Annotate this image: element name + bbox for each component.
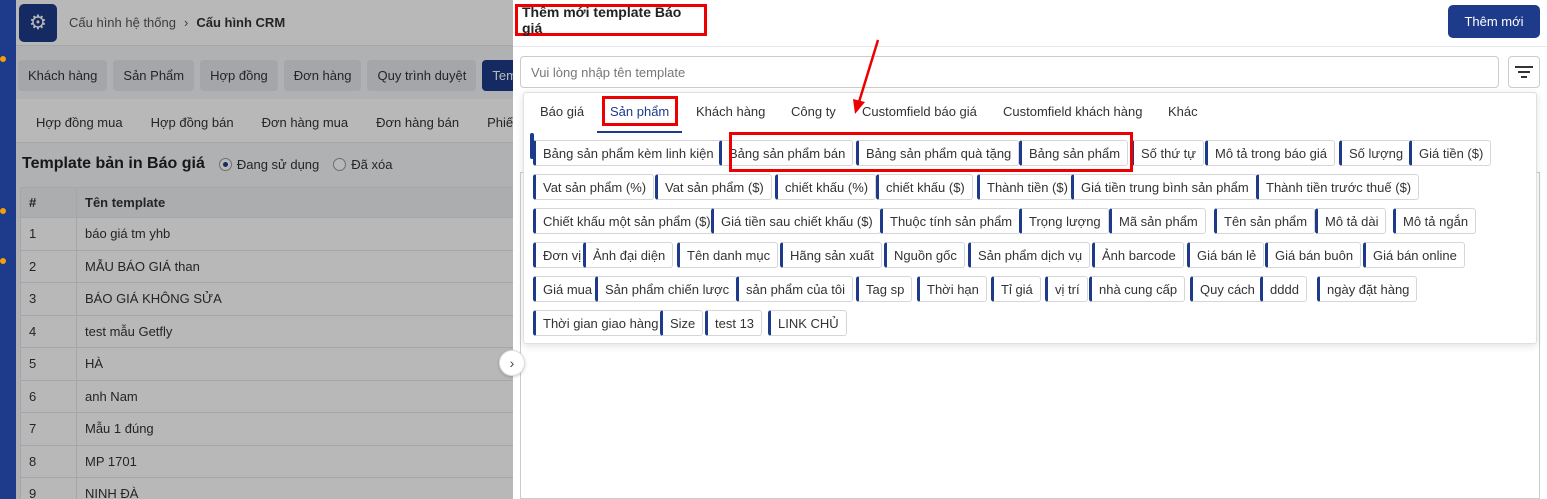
field-chip[interactable]: Ảnh đại diện — [583, 242, 674, 268]
field-chip[interactable]: Tag sp — [856, 276, 913, 302]
modal-backdrop[interactable] — [16, 0, 513, 499]
highlight-box — [729, 132, 1133, 172]
app-rail — [0, 0, 16, 499]
panel-tab[interactable]: Customfield báo giá — [862, 104, 977, 119]
notification-dot — [0, 258, 6, 264]
notification-dot — [0, 208, 6, 214]
field-chip[interactable]: Nguồn gốc — [884, 242, 965, 268]
field-chip[interactable]: Mô tả ngắn — [1393, 208, 1477, 234]
field-chip[interactable]: Đơn vị — [533, 242, 590, 268]
filter-icon — [1515, 66, 1533, 78]
field-chip[interactable]: Vat sản phẩm ($) — [655, 174, 772, 200]
field-chip[interactable]: test 13 — [705, 310, 763, 336]
field-chip[interactable]: dddd — [1260, 276, 1307, 302]
template-name-field[interactable] — [520, 56, 1499, 88]
field-chip[interactable]: Thời gian giao hàng — [533, 310, 667, 336]
field-chip[interactable]: Số lượng — [1339, 140, 1412, 166]
field-chip[interactable]: Thời hạn — [917, 276, 987, 302]
panel-tab[interactable]: Khác — [1168, 104, 1198, 119]
field-chip[interactable]: Tỉ giá — [991, 276, 1041, 302]
filter-button[interactable] — [1508, 56, 1540, 88]
chevron-right-icon: › — [509, 355, 515, 371]
field-chip[interactable]: Mô tả trong báo giá — [1205, 140, 1336, 166]
panel-tab[interactable]: Customfield khách hàng — [1003, 104, 1142, 119]
field-chip[interactable]: Trọng lượng — [1019, 208, 1109, 234]
field-chip[interactable]: Vat sản phẩm (%) — [533, 174, 655, 200]
field-chip[interactable]: Mã sản phẩm — [1109, 208, 1206, 234]
field-chip[interactable]: Giá bán lẻ — [1187, 242, 1265, 268]
field-chip[interactable]: chiết khấu (%) — [775, 174, 877, 200]
field-chip[interactable]: Giá bán buôn — [1265, 242, 1362, 268]
field-chip[interactable]: LINK CHỦ — [768, 310, 847, 336]
field-chip[interactable]: Sản phẩm dịch vụ — [968, 242, 1091, 268]
field-chip[interactable]: Thành tiền ($) — [977, 174, 1076, 200]
field-chip[interactable]: Giá tiền ($) — [1409, 140, 1492, 166]
field-chip[interactable]: nhà cung cấp — [1089, 276, 1186, 302]
field-chip[interactable]: sản phẩm của tôi — [736, 276, 854, 302]
field-chip[interactable]: Số thứ tự — [1131, 140, 1204, 166]
template-name-input[interactable] — [531, 64, 1498, 80]
field-chip[interactable]: Thuộc tính sản phẩm — [880, 208, 1021, 234]
field-chip[interactable]: chiết khấu ($) — [876, 174, 973, 200]
panel-tab[interactable]: Báo giá — [540, 104, 584, 119]
notification-dot — [0, 56, 6, 62]
add-button[interactable]: Thêm mới — [1448, 5, 1540, 38]
field-chip[interactable]: Giá bán online — [1363, 242, 1465, 268]
field-chip[interactable]: Thành tiền trước thuế ($) — [1256, 174, 1420, 200]
field-picker-panel: Báo giá Sản phẩm Khách hàng Công ty Customfi… — [523, 92, 1537, 344]
field-chip[interactable]: Giá mua — [533, 276, 601, 302]
drawer-title: Thêm mới template Báo giá — [515, 4, 707, 36]
field-chip[interactable]: Mô tả dài — [1315, 208, 1387, 234]
field-chip[interactable]: ngày đặt hàng — [1317, 276, 1418, 302]
field-chip[interactable]: Size — [660, 310, 704, 336]
field-chip[interactable]: Tên danh mục — [677, 242, 779, 268]
background-page: ⚙ Cấu hình hệ thống › Cấu hình CRM Khách… — [16, 0, 513, 499]
field-chip[interactable]: Giá tiền trung bình sản phẩm — [1071, 174, 1257, 200]
highlight-box — [602, 96, 678, 126]
panel-tab[interactable]: Khách hàng — [696, 104, 765, 119]
field-chip[interactable]: vị trí — [1045, 276, 1088, 302]
field-chip[interactable]: Tên sản phẩm — [1214, 208, 1316, 234]
active-tab-underline — [597, 131, 682, 133]
field-chip[interactable]: Giá tiền sau chiết khấu ($) — [711, 208, 881, 234]
field-chip[interactable]: Sản phẩm chiến lược — [595, 276, 738, 302]
expand-drawer-button[interactable]: › — [499, 350, 525, 376]
field-chip[interactable]: Bảng sản phẩm kèm linh kiện — [533, 140, 722, 166]
field-chip[interactable]: Quy cách — [1190, 276, 1263, 302]
template-drawer: Thêm mới template Báo giá Thêm mới Báo g… — [513, 0, 1547, 499]
panel-tab[interactable]: Công ty — [791, 104, 836, 119]
field-chip[interactable]: Chiết khấu một sản phẩm ($) — [533, 208, 719, 234]
field-chip[interactable]: Ảnh barcode — [1092, 242, 1184, 268]
field-chip[interactable]: Hãng sản xuất — [780, 242, 882, 268]
divider — [513, 46, 1547, 47]
